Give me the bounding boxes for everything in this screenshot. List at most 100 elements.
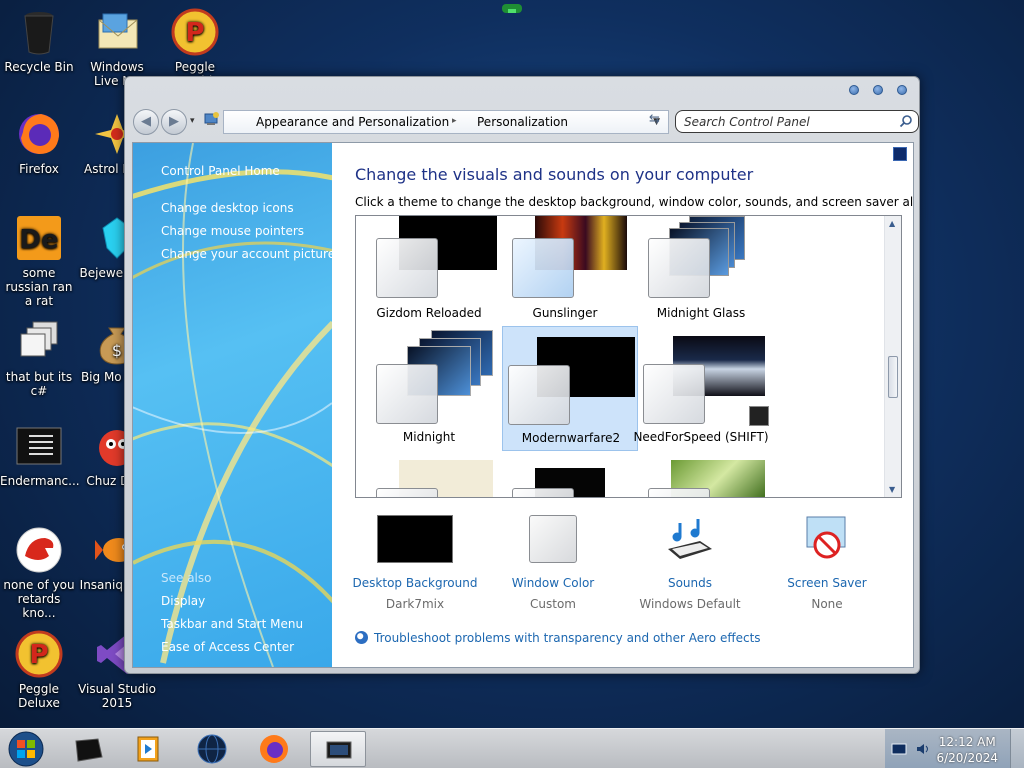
control-panel-home-link[interactable]: Control Panel Home — [161, 164, 280, 178]
maximize-button[interactable] — [873, 85, 883, 95]
troubleshoot-text[interactable]: Troubleshoot problems with transparency … — [374, 631, 761, 645]
screen-saver-icon — [757, 515, 897, 571]
desktop-icon-peggle-deluxe[interactable]: P Peggle Deluxe — [0, 630, 78, 710]
theme-name: Midnight Glass — [656, 306, 746, 320]
theme-window-swatch — [512, 238, 574, 298]
taskbar-app-black-box[interactable] — [62, 731, 114, 767]
system-tray: 12:12 AM 6/20/2024 — [885, 729, 1024, 768]
sounds-label[interactable]: Sounds — [620, 576, 760, 590]
globe-app-icon — [197, 734, 227, 764]
search-input[interactable] — [684, 114, 896, 129]
left-task-pane: Control Panel Home Change desktop icons … — [133, 143, 332, 667]
desktop-icon-firefox[interactable]: Firefox — [0, 110, 78, 176]
address-bar[interactable]: Appearance and Personalization ▸ Persona… — [223, 110, 669, 134]
black-box-app-icon — [75, 738, 103, 762]
window-controls — [849, 85, 907, 95]
desktop-icon-that-but-its-csharp[interactable]: that but its c# — [0, 318, 78, 398]
sounds-option[interactable]: Sounds Windows Default — [620, 515, 760, 611]
firefox-icon — [15, 110, 63, 158]
start-button[interactable] — [5, 730, 47, 768]
back-button[interactable]: ◀ — [133, 109, 159, 135]
explorer-window-icon — [326, 741, 352, 759]
show-desktop-button[interactable] — [1010, 729, 1024, 768]
desktop-background-label[interactable]: Desktop Background — [345, 576, 485, 590]
network-icon[interactable] — [891, 741, 907, 757]
window-color-swatch — [483, 515, 623, 571]
theme-row3-item-3[interactable] — [633, 460, 769, 497]
breadcrumb-personalization[interactable]: Personalization — [477, 115, 568, 129]
volume-icon[interactable] — [915, 741, 931, 757]
breadcrumb-appearance-and-personalization[interactable]: Appearance and Personalization — [256, 115, 449, 129]
scrollbar-thumb[interactable] — [888, 356, 898, 398]
peggle-icon: P — [171, 8, 219, 56]
desktop-icon-some-russian-ran-a-rat[interactable]: De some russian ran a rat — [0, 214, 78, 308]
theme-row3-item-1[interactable] — [361, 460, 497, 497]
change-desktop-icons-link[interactable]: Change desktop icons — [161, 201, 294, 215]
change-account-picture-link[interactable]: Change your account picture — [161, 247, 332, 261]
scroll-up-icon[interactable]: ▲ — [889, 219, 895, 228]
search-box[interactable] — [675, 110, 919, 133]
theme-name: NeedForSpeed (SHIFT) — [633, 430, 769, 444]
svg-text:$: $ — [112, 341, 122, 360]
screen-saver-label[interactable]: Screen Saver — [757, 576, 897, 590]
help-icon[interactable] — [893, 147, 907, 161]
sounds-value: Windows Default — [639, 597, 741, 611]
svg-text:P: P — [29, 640, 48, 670]
theme-window-swatch — [643, 364, 705, 424]
scroll-down-icon[interactable]: ▼ — [889, 485, 895, 494]
theme-list[interactable]: Gizdom Reloaded Gunslinger Midnight Glas… — [355, 215, 902, 498]
troubleshoot-aero-link[interactable]: Troubleshoot problems with transparency … — [355, 631, 761, 645]
theme-name: Modernwarfare2 — [521, 431, 621, 445]
media-player-icon — [137, 736, 159, 762]
de-icon: De — [15, 214, 63, 262]
taskbar-app-explorer-active[interactable] — [310, 731, 366, 767]
change-mouse-pointers-link[interactable]: Change mouse pointers — [161, 224, 304, 238]
desktop-icon-none-of-you[interactable]: none of you retards kno... — [0, 526, 78, 620]
minimize-button[interactable] — [849, 85, 859, 95]
window-color-label[interactable]: Window Color — [483, 576, 623, 590]
theme-list-scrollbar[interactable]: ▲ ▼ — [884, 216, 901, 497]
screen-saver-option[interactable]: Screen Saver None — [757, 515, 897, 611]
breadcrumb-separator-icon[interactable]: ▸ — [452, 116, 457, 126]
dragon-icon — [15, 526, 63, 574]
page-description: Click a theme to change the desktop back… — [355, 195, 914, 209]
close-button[interactable] — [897, 85, 907, 95]
desktop-background-option[interactable]: Desktop Background Dark7mix — [345, 515, 485, 611]
mail-icon — [93, 8, 141, 56]
recent-pages-dropdown[interactable]: ▾ — [190, 116, 195, 126]
svg-text:De: De — [19, 225, 58, 255]
theme-gunslinger[interactable]: Gunslinger — [497, 216, 633, 338]
screen-saver-value: None — [811, 597, 843, 611]
refresh-icon[interactable]: ⇆ — [649, 112, 660, 127]
control-panel-icon — [204, 111, 220, 130]
taskbar-start-menu-link[interactable]: Taskbar and Start Menu — [161, 617, 303, 631]
theme-modernwarfare2-selected[interactable]: Modernwarfare2 — [502, 326, 638, 451]
clock-time: 12:12 AM — [938, 735, 996, 749]
taskbar-app-globe[interactable] — [186, 731, 238, 767]
search-icon[interactable] — [899, 114, 913, 128]
navigation-bar: ◀ ▶ ▾ ◂ Appearance and Personalization ▸… — [131, 105, 919, 137]
display-link[interactable]: Display — [161, 594, 205, 608]
theme-midnight-glass[interactable]: Midnight Glass — [633, 216, 769, 338]
desktop-icon-recycle-bin[interactable]: Recycle Bin — [0, 8, 78, 74]
theme-gizdom-reloaded[interactable]: Gizdom Reloaded — [361, 216, 497, 338]
forward-button[interactable]: ▶ — [161, 109, 187, 135]
ease-of-access-link[interactable]: Ease of Access Center — [161, 640, 294, 654]
troubleshoot-icon — [355, 631, 368, 644]
recycle-bin-icon — [15, 8, 63, 56]
theme-window-swatch — [648, 488, 710, 497]
taskbar-app-firefox[interactable] — [248, 731, 300, 767]
main-pane: Change the visuals and sounds on your co… — [332, 143, 913, 667]
taskbar-app-media-player[interactable] — [122, 731, 174, 767]
firefox-icon — [260, 735, 288, 763]
svg-text:P: P — [185, 18, 204, 48]
system-clock[interactable]: 12:12 AM 6/20/2024 — [936, 734, 998, 766]
theme-midnight[interactable]: Midnight — [361, 330, 497, 454]
theme-window-swatch — [648, 238, 710, 298]
windows-stack-icon — [15, 318, 63, 366]
window-color-option[interactable]: Window Color Custom — [483, 515, 623, 611]
desktop-icon-endermanch[interactable]: Endermanc... — [0, 422, 80, 488]
clock-date: 6/20/2024 — [936, 751, 998, 765]
theme-row3-item-2[interactable] — [497, 460, 633, 497]
theme-needforspeed-shift[interactable]: NeedForSpeed (SHIFT) — [633, 330, 769, 454]
